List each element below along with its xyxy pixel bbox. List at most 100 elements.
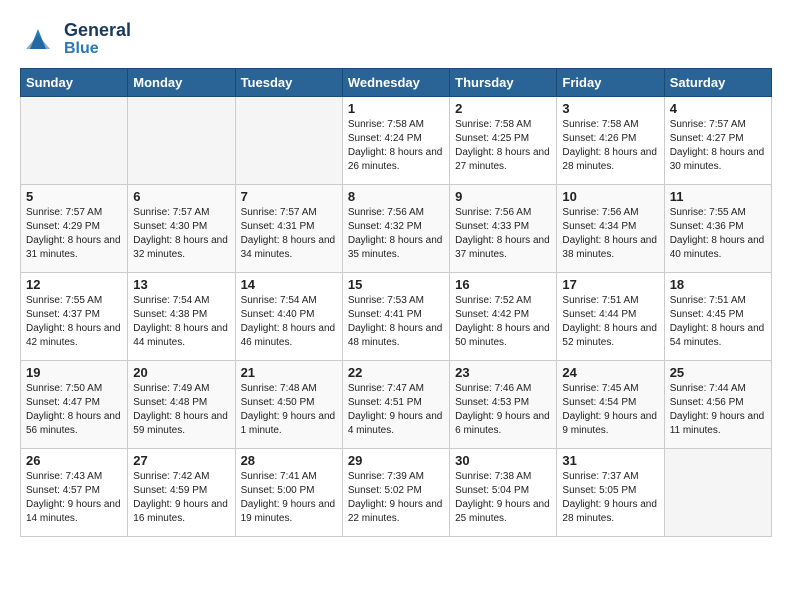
calendar-cell: 5 Sunrise: 7:57 AMSunset: 4:29 PMDaylight… bbox=[21, 184, 128, 272]
calendar-cell: 20 Sunrise: 7:49 AMSunset: 4:48 PMDayligh… bbox=[128, 360, 235, 448]
day-number: 2 bbox=[455, 101, 551, 116]
day-number: 20 bbox=[133, 365, 229, 380]
cell-text: Sunrise: 7:56 AMSunset: 4:33 PMDaylight:… bbox=[455, 206, 551, 262]
cell-text: Sunrise: 7:42 AMSunset: 4:59 PMDaylight:… bbox=[133, 470, 229, 526]
logo-line2: Blue bbox=[64, 39, 131, 58]
cell-text: Sunrise: 7:58 AMSunset: 4:26 PMDaylight:… bbox=[562, 118, 658, 174]
calendar-cell bbox=[664, 448, 771, 536]
calendar-cell: 25 Sunrise: 7:44 AMSunset: 4:56 PMDayligh… bbox=[664, 360, 771, 448]
day-number: 10 bbox=[562, 189, 658, 204]
cell-text: Sunrise: 7:57 AMSunset: 4:31 PMDaylight:… bbox=[241, 206, 337, 262]
cell-text: Sunrise: 7:41 AMSunset: 5:00 PMDaylight:… bbox=[241, 470, 337, 526]
cell-text: Sunrise: 7:43 AMSunset: 4:57 PMDaylight:… bbox=[26, 470, 122, 526]
calendar-cell: 31 Sunrise: 7:37 AMSunset: 5:05 PMDayligh… bbox=[557, 448, 664, 536]
day-number: 11 bbox=[670, 189, 766, 204]
calendar-cell: 11Sunrise: 7:55 AMSunset: 4:36 PMDayligh… bbox=[664, 184, 771, 272]
cell-text: Sunrise: 7:39 AMSunset: 5:02 PMDaylight:… bbox=[348, 470, 444, 526]
calendar-cell: 8 Sunrise: 7:56 AMSunset: 4:32 PMDaylight… bbox=[342, 184, 449, 272]
calendar-cell: 28 Sunrise: 7:41 AMSunset: 5:00 PMDayligh… bbox=[235, 448, 342, 536]
day-number: 29 bbox=[348, 453, 444, 468]
calendar-cell: 15Sunrise: 7:53 AMSunset: 4:41 PMDayligh… bbox=[342, 272, 449, 360]
day-number: 17 bbox=[562, 277, 658, 292]
cell-text: Sunrise: 7:55 AMSunset: 4:37 PMDaylight:… bbox=[26, 294, 122, 350]
week-row-2: 5 Sunrise: 7:57 AMSunset: 4:29 PMDaylight… bbox=[21, 184, 772, 272]
day-number: 7 bbox=[241, 189, 337, 204]
calendar-cell: 30 Sunrise: 7:38 AMSunset: 5:04 PMDayligh… bbox=[450, 448, 557, 536]
cell-text: Sunrise: 7:37 AMSunset: 5:05 PMDaylight:… bbox=[562, 470, 658, 526]
header: General Blue bbox=[20, 20, 772, 58]
cell-text: Sunrise: 7:47 AMSunset: 4:51 PMDaylight:… bbox=[348, 382, 444, 438]
day-number: 24 bbox=[562, 365, 658, 380]
day-number: 1 bbox=[348, 101, 444, 116]
cell-text: Sunrise: 7:48 AMSunset: 4:50 PMDaylight:… bbox=[241, 382, 337, 438]
calendar-cell: 26 Sunrise: 7:43 AMSunset: 4:57 PMDayligh… bbox=[21, 448, 128, 536]
day-number: 28 bbox=[241, 453, 337, 468]
weekday-header-monday: Monday bbox=[128, 68, 235, 96]
day-number: 31 bbox=[562, 453, 658, 468]
week-row-1: 1 Sunrise: 7:58 AMSunset: 4:24 PMDaylight… bbox=[21, 96, 772, 184]
calendar-cell bbox=[235, 96, 342, 184]
day-number: 3 bbox=[562, 101, 658, 116]
cell-text: Sunrise: 7:49 AMSunset: 4:48 PMDaylight:… bbox=[133, 382, 229, 438]
cell-text: Sunrise: 7:56 AMSunset: 4:34 PMDaylight:… bbox=[562, 206, 658, 262]
calendar-cell: 29 Sunrise: 7:39 AMSunset: 5:02 PMDayligh… bbox=[342, 448, 449, 536]
calendar-cell: 3 Sunrise: 7:58 AMSunset: 4:26 PMDaylight… bbox=[557, 96, 664, 184]
cell-text: Sunrise: 7:51 AMSunset: 4:45 PMDaylight:… bbox=[670, 294, 766, 350]
calendar-cell: 27 Sunrise: 7:42 AMSunset: 4:59 PMDayligh… bbox=[128, 448, 235, 536]
cell-text: Sunrise: 7:38 AMSunset: 5:04 PMDaylight:… bbox=[455, 470, 551, 526]
calendar-cell: 19 Sunrise: 7:50 AMSunset: 4:47 PMDayligh… bbox=[21, 360, 128, 448]
cell-text: Sunrise: 7:57 AMSunset: 4:29 PMDaylight:… bbox=[26, 206, 122, 262]
calendar-cell: 4 Sunrise: 7:57 AMSunset: 4:27 PMDaylight… bbox=[664, 96, 771, 184]
calendar-cell: 2 Sunrise: 7:58 AMSunset: 4:25 PMDaylight… bbox=[450, 96, 557, 184]
day-number: 9 bbox=[455, 189, 551, 204]
cell-text: Sunrise: 7:58 AMSunset: 4:24 PMDaylight:… bbox=[348, 118, 444, 174]
weekday-header-row: SundayMondayTuesdayWednesdayThursdayFrid… bbox=[21, 68, 772, 96]
cell-text: Sunrise: 7:44 AMSunset: 4:56 PMDaylight:… bbox=[670, 382, 766, 438]
cell-text: Sunrise: 7:51 AMSunset: 4:44 PMDaylight:… bbox=[562, 294, 658, 350]
cell-text: Sunrise: 7:58 AMSunset: 4:25 PMDaylight:… bbox=[455, 118, 551, 174]
week-row-4: 19 Sunrise: 7:50 AMSunset: 4:47 PMDayligh… bbox=[21, 360, 772, 448]
cell-text: Sunrise: 7:46 AMSunset: 4:53 PMDaylight:… bbox=[455, 382, 551, 438]
day-number: 8 bbox=[348, 189, 444, 204]
calendar-cell: 12 Sunrise: 7:55 AMSunset: 4:37 PMDayligh… bbox=[21, 272, 128, 360]
weekday-header-wednesday: Wednesday bbox=[342, 68, 449, 96]
day-number: 25 bbox=[670, 365, 766, 380]
cell-text: Sunrise: 7:54 AMSunset: 4:38 PMDaylight:… bbox=[133, 294, 229, 350]
week-row-5: 26 Sunrise: 7:43 AMSunset: 4:57 PMDayligh… bbox=[21, 448, 772, 536]
calendar-cell: 6Sunrise: 7:57 AMSunset: 4:30 PMDaylight… bbox=[128, 184, 235, 272]
day-number: 21 bbox=[241, 365, 337, 380]
calendar-cell: 18 Sunrise: 7:51 AMSunset: 4:45 PMDayligh… bbox=[664, 272, 771, 360]
day-number: 18 bbox=[670, 277, 766, 292]
cell-text: Sunrise: 7:52 AMSunset: 4:42 PMDaylight:… bbox=[455, 294, 551, 350]
weekday-header-sunday: Sunday bbox=[21, 68, 128, 96]
calendar-cell bbox=[21, 96, 128, 184]
weekday-header-thursday: Thursday bbox=[450, 68, 557, 96]
calendar-cell: 17 Sunrise: 7:51 AMSunset: 4:44 PMDayligh… bbox=[557, 272, 664, 360]
day-number: 16 bbox=[455, 277, 551, 292]
day-number: 5 bbox=[26, 189, 122, 204]
day-number: 4 bbox=[670, 101, 766, 116]
cell-text: Sunrise: 7:57 AMSunset: 4:27 PMDaylight:… bbox=[670, 118, 766, 174]
cell-text: Sunrise: 7:50 AMSunset: 4:47 PMDaylight:… bbox=[26, 382, 122, 438]
calendar-cell: 9 Sunrise: 7:56 AMSunset: 4:33 PMDaylight… bbox=[450, 184, 557, 272]
calendar: SundayMondayTuesdayWednesdayThursdayFrid… bbox=[20, 68, 772, 537]
day-number: 12 bbox=[26, 277, 122, 292]
cell-text: Sunrise: 7:57 AMSunset: 4:30 PMDaylight:… bbox=[133, 206, 229, 262]
logo-icon bbox=[20, 21, 56, 57]
week-row-3: 12 Sunrise: 7:55 AMSunset: 4:37 PMDayligh… bbox=[21, 272, 772, 360]
day-number: 19 bbox=[26, 365, 122, 380]
calendar-cell: 1 Sunrise: 7:58 AMSunset: 4:24 PMDaylight… bbox=[342, 96, 449, 184]
day-number: 30 bbox=[455, 453, 551, 468]
day-number: 14 bbox=[241, 277, 337, 292]
cell-text: Sunrise: 7:45 AMSunset: 4:54 PMDaylight:… bbox=[562, 382, 658, 438]
weekday-header-tuesday: Tuesday bbox=[235, 68, 342, 96]
day-number: 26 bbox=[26, 453, 122, 468]
day-number: 22 bbox=[348, 365, 444, 380]
calendar-cell: 10 Sunrise: 7:56 AMSunset: 4:34 PMDayligh… bbox=[557, 184, 664, 272]
day-number: 27 bbox=[133, 453, 229, 468]
logo: General Blue bbox=[20, 20, 131, 58]
cell-text: Sunrise: 7:56 AMSunset: 4:32 PMDaylight:… bbox=[348, 206, 444, 262]
calendar-cell: 23Sunrise: 7:46 AMSunset: 4:53 PMDayligh… bbox=[450, 360, 557, 448]
calendar-cell: 7 Sunrise: 7:57 AMSunset: 4:31 PMDaylight… bbox=[235, 184, 342, 272]
calendar-cell: 21 Sunrise: 7:48 AMSunset: 4:50 PMDayligh… bbox=[235, 360, 342, 448]
